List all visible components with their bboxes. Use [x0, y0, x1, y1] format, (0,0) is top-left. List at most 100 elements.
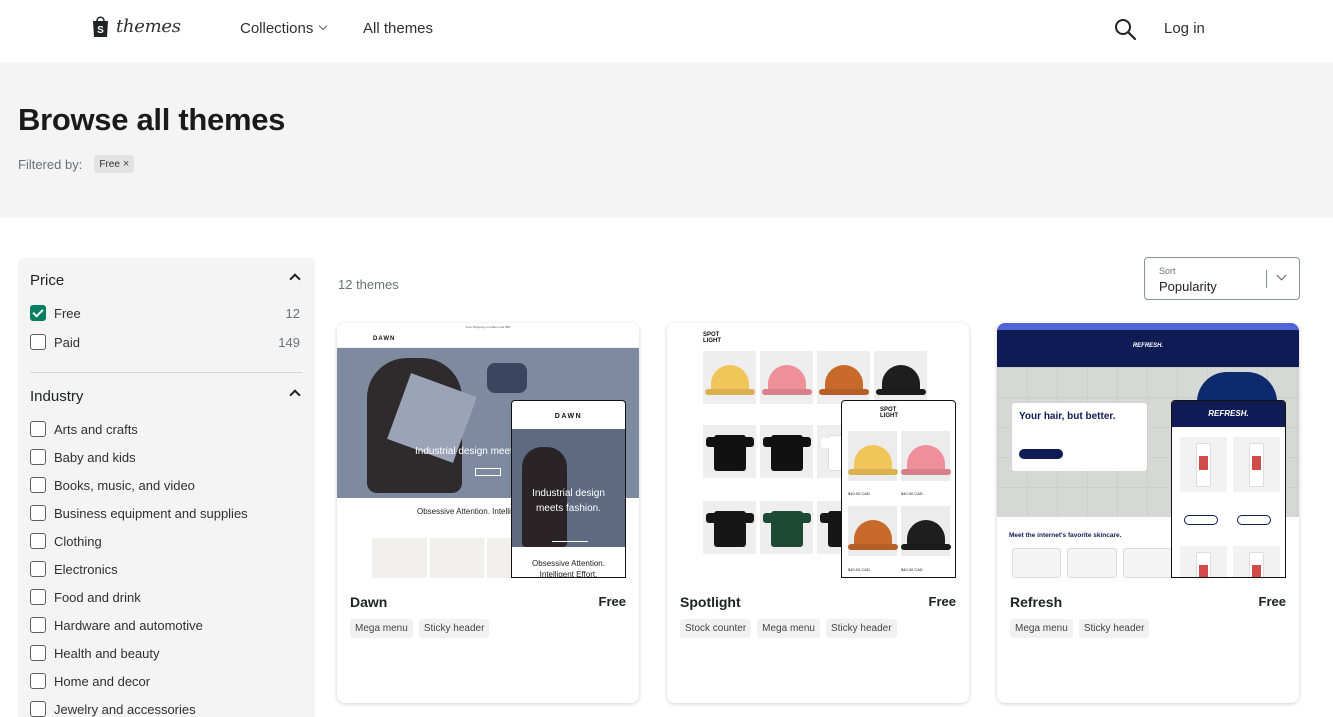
industry-option[interactable]: Business equipment and supplies [30, 503, 300, 523]
price-option-paid[interactable]: Paid 149 [30, 332, 300, 352]
price-option-label: Free [54, 305, 81, 321]
theme-tag: Sticky header [418, 619, 490, 638]
theme-name[interactable]: Dawn [350, 594, 387, 610]
price-option-label: Paid [54, 334, 81, 350]
checkbox[interactable] [30, 701, 46, 717]
industry-filter-heading[interactable]: Industry [30, 388, 83, 405]
preview-header: REFRESH. [997, 330, 1299, 367]
theme-card-dawn[interactable]: Free Shipping on orders over $50 DAWN In… [337, 323, 639, 703]
preview-subheading: Meet the internet's favorite skincare. [1009, 532, 1122, 539]
mobile-preview: SPOT LIGHT $40.00 CAD $40.00 CAD $40.00 … [841, 400, 956, 578]
chevron-down-icon [1276, 270, 1287, 281]
product-tile [1180, 437, 1227, 492]
tshirt-image [706, 435, 754, 471]
chevron-up-icon[interactable] [289, 389, 301, 401]
theme-name[interactable]: Spotlight [680, 594, 741, 610]
product-tile [901, 506, 950, 556]
theme-preview-refresh[interactable]: REFRESH. Your hair, but better. Meet the… [997, 323, 1299, 578]
industry-option-label: Food and drink [54, 589, 141, 605]
preview-button [1019, 449, 1063, 459]
product-tile [848, 506, 897, 556]
login-link[interactable]: Log in [1164, 20, 1205, 37]
nav-all-themes[interactable]: All themes [363, 20, 433, 37]
industry-option-label: Electronics [54, 561, 118, 577]
checkbox[interactable] [30, 505, 46, 521]
theme-card-refresh[interactable]: REFRESH. Your hair, but better. Meet the… [997, 323, 1299, 703]
close-icon[interactable]: × [123, 158, 129, 170]
preview-announcement-bar [997, 323, 1299, 330]
checkbox-free[interactable] [30, 305, 46, 321]
industry-option-label: Books, music, and video [54, 477, 195, 493]
industry-option[interactable]: Food and drink [30, 587, 300, 607]
checkbox[interactable] [30, 617, 46, 633]
industry-option[interactable]: Jewelry and accessories [30, 699, 300, 717]
sort-select[interactable]: Sort Popularity [1144, 257, 1300, 300]
chevron-down-icon [319, 21, 328, 31]
nav-collections[interactable]: Collections [240, 20, 328, 37]
theme-tags: Mega menu Sticky header [350, 619, 490, 638]
cap-image [907, 445, 945, 473]
checkbox[interactable] [30, 645, 46, 661]
industry-option-label: Home and decor [54, 673, 151, 689]
mobile-preview-logo: DAWN [554, 413, 583, 420]
mobile-preview-header: REFRESH. [1172, 401, 1285, 427]
cap-image [854, 445, 892, 473]
cap-image [768, 365, 806, 393]
preview-announcement: Free Shipping on orders over $50 [465, 325, 511, 329]
product-tile [760, 425, 813, 478]
industry-option[interactable]: Books, music, and video [30, 475, 300, 495]
product-tile [703, 425, 756, 478]
theme-tags: Stock counter Mega menu Sticky header [680, 619, 897, 638]
preview-logo: REFRESH. [1132, 343, 1164, 349]
industry-option[interactable]: Clothing [30, 531, 300, 551]
filter-chip-free[interactable]: Free × [94, 155, 135, 173]
shopify-themes-logo[interactable]: S themes [91, 14, 181, 38]
product-tile [901, 431, 950, 481]
theme-tag: Sticky header [825, 619, 897, 638]
chevron-up-icon[interactable] [289, 273, 301, 285]
theme-tag: Mega menu [350, 619, 413, 638]
mobile-preview: REFRESH. [1171, 400, 1286, 578]
checkbox[interactable] [30, 533, 46, 549]
checkbox[interactable] [30, 421, 46, 437]
theme-card-spotlight[interactable]: SPOT LIGHT SPOT LIGHT $40.00 CAD $40.00 … [667, 323, 969, 703]
sort-separator [1266, 270, 1267, 288]
checkbox[interactable] [30, 477, 46, 493]
theme-preview-spotlight[interactable]: SPOT LIGHT SPOT LIGHT $40.00 CAD $40.00 … [667, 323, 969, 578]
mobile-preview-hero: Industrial design meets fashion. [512, 429, 625, 547]
industry-option[interactable]: Health and beauty [30, 643, 300, 663]
price-option-free[interactable]: Free 12 [30, 303, 300, 323]
mobile-preview-logo: SPOT LIGHT [880, 407, 898, 419]
tube-image [1249, 443, 1264, 487]
theme-name[interactable]: Refresh [1010, 594, 1062, 610]
checkbox[interactable] [30, 561, 46, 577]
active-filters: Filtered by: Free × [18, 155, 135, 173]
checkbox[interactable] [30, 449, 46, 465]
checkbox[interactable] [30, 673, 46, 689]
industry-option[interactable]: Electronics [30, 559, 300, 579]
cap-image [711, 365, 749, 393]
shopify-bag-icon: S [91, 14, 110, 38]
page-hero: Browse all themes Filtered by: Free × [0, 62, 1333, 218]
industry-option[interactable]: Hardware and automotive [30, 615, 300, 635]
industry-option[interactable]: Baby and kids [30, 447, 300, 467]
checkbox[interactable] [30, 589, 46, 605]
industry-option-label: Baby and kids [54, 449, 136, 465]
sort-label: Sort [1159, 266, 1176, 276]
industry-option[interactable]: Home and decor [30, 671, 300, 691]
add-to-cart-pill [1184, 515, 1218, 525]
theme-preview-dawn[interactable]: Free Shipping on orders over $50 DAWN In… [337, 323, 639, 578]
mobile-preview-logo: REFRESH. [1208, 409, 1249, 418]
sweater-image [706, 511, 754, 547]
cap-image [825, 365, 863, 393]
industry-option[interactable]: Arts and crafts [30, 419, 300, 439]
headline-line: Industrial design [532, 488, 605, 499]
sort-value: Popularity [1159, 279, 1217, 294]
add-to-cart-pill [1237, 515, 1271, 525]
theme-price: Free [1258, 594, 1286, 609]
checkbox-paid[interactable] [30, 334, 46, 350]
search-icon[interactable] [1113, 17, 1137, 41]
product-tile [1233, 437, 1280, 492]
price-filter-heading[interactable]: Price [30, 272, 64, 289]
product-price: $40.00 CAD [901, 567, 923, 572]
